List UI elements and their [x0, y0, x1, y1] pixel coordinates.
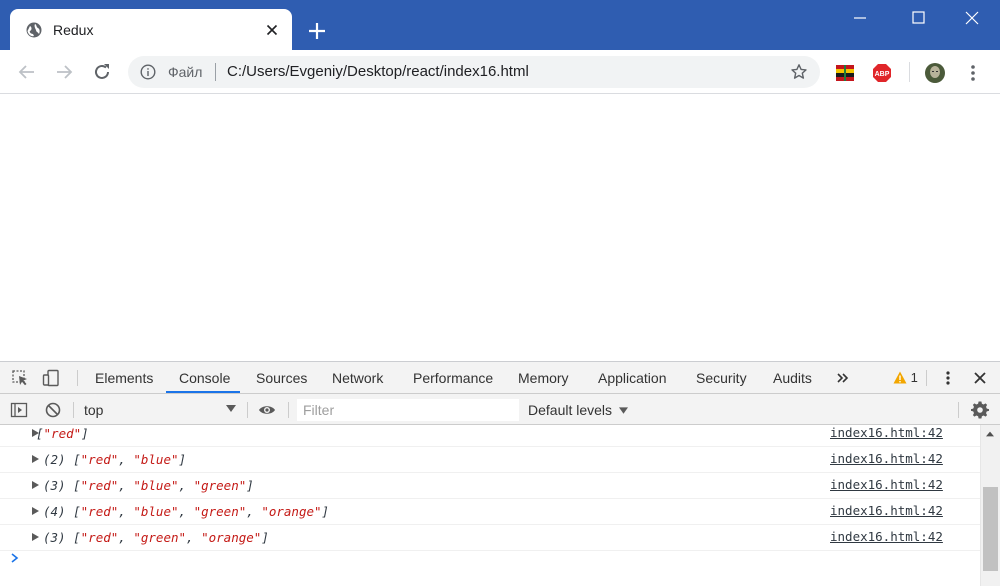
warning-counter[interactable]: 1 — [893, 370, 918, 385]
console-prompt-chevron-icon[interactable] — [10, 553, 20, 563]
log-source-link[interactable]: index16.html:42 — [830, 529, 943, 544]
tab-title: Redux — [53, 22, 94, 38]
log-count: (2) — [43, 452, 66, 467]
minimize-icon[interactable] — [848, 8, 872, 28]
info-icon[interactable] — [140, 64, 156, 80]
svg-text:ABP: ABP — [875, 71, 890, 78]
devtools-tab-bar: Elements Console Sources Network Perform… — [0, 362, 1000, 394]
devtools-divider — [77, 370, 78, 386]
log-count: (3) — [43, 478, 66, 493]
close-window-icon[interactable] — [960, 8, 984, 28]
devtools-divider — [926, 370, 927, 386]
inspect-element-icon[interactable] — [11, 369, 29, 387]
maximize-icon[interactable] — [906, 8, 930, 28]
page-viewport — [0, 95, 1000, 361]
console-log-row[interactable]: (2) ["red", "blue"] index16.html:42 — [0, 447, 980, 473]
device-toolbar-icon[interactable] — [42, 369, 60, 387]
reload-icon[interactable] — [91, 61, 113, 83]
tab-network[interactable]: Network — [332, 370, 383, 386]
log-array: ["red", "green", "orange"] — [73, 530, 269, 545]
log-source-link[interactable]: index16.html:42 — [830, 425, 943, 440]
tab-sources[interactable]: Sources — [256, 370, 307, 386]
active-tab-indicator — [166, 391, 240, 393]
scroll-up-arrow-icon[interactable] — [986, 431, 994, 437]
tab-security[interactable]: Security — [696, 370, 747, 386]
address-bar[interactable]: Файл C:/Users/Evgeniy/Desktop/react/inde… — [128, 56, 820, 88]
devtools-divider — [247, 402, 248, 418]
browser-titlebar: Redux — [0, 0, 1000, 50]
log-source-link[interactable]: index16.html:42 — [830, 477, 943, 492]
devtools-divider — [288, 402, 289, 418]
console-log-row[interactable]: (3) ["red", "blue", "green"] index16.htm… — [0, 473, 980, 499]
console-scrollbar[interactable] — [980, 425, 1000, 586]
more-tabs-chevron-icon[interactable] — [834, 369, 852, 387]
filter-input[interactable] — [297, 399, 519, 421]
live-expression-eye-icon[interactable] — [258, 401, 276, 419]
browser-tab[interactable]: Redux — [10, 9, 292, 50]
expand-triangle-icon[interactable] — [32, 481, 39, 489]
log-source-link[interactable]: index16.html:42 — [830, 503, 943, 518]
log-array: ["red", "blue"] — [73, 452, 187, 467]
tab-memory[interactable]: Memory — [518, 370, 569, 386]
show-sidebar-icon[interactable] — [10, 401, 28, 419]
clear-console-icon[interactable] — [44, 401, 62, 419]
forward-arrow-icon[interactable] — [53, 61, 75, 83]
log-count: (4) — [43, 504, 66, 519]
log-array: ["red", "blue", "green"] — [73, 478, 254, 493]
console-output: ["red"] index16.html:42 (2) ["red", "blu… — [0, 425, 980, 586]
log-message: (3) ["red", "blue", "green"] — [43, 478, 254, 493]
scrollbar-thumb[interactable] — [983, 487, 998, 571]
close-devtools-icon[interactable] — [971, 369, 989, 387]
url-text[interactable]: C:/Users/Evgeniy/Desktop/react/index16.h… — [227, 63, 529, 80]
tab-console[interactable]: Console — [179, 370, 230, 386]
site-security-label[interactable]: Файл — [168, 64, 202, 80]
log-message: (3) ["red", "green", "orange"] — [43, 530, 269, 545]
adblock-extension-icon[interactable]: ABP — [872, 63, 892, 83]
browser-menu-icon[interactable] — [963, 63, 983, 83]
devtools-panel: Elements Console Sources Network Perform… — [0, 361, 1000, 586]
tab-performance[interactable]: Performance — [413, 370, 493, 386]
log-levels-label: Default levels — [528, 402, 613, 418]
dropdown-arrow-icon — [618, 407, 628, 414]
toolbar-divider — [909, 62, 910, 82]
tab-application[interactable]: Application — [598, 370, 667, 386]
context-selector[interactable]: top — [84, 402, 103, 418]
dropdown-arrow-icon[interactable] — [226, 405, 236, 413]
close-tab-icon[interactable] — [264, 22, 280, 38]
bookmark-star-icon[interactable] — [790, 63, 808, 81]
new-tab-icon[interactable] — [306, 20, 328, 42]
globe-icon — [26, 22, 42, 38]
warning-count: 1 — [910, 370, 918, 385]
profile-avatar-icon[interactable] — [925, 63, 945, 83]
log-source-link[interactable]: index16.html:42 — [830, 451, 943, 466]
devtools-menu-icon[interactable] — [939, 369, 957, 387]
back-arrow-icon[interactable] — [16, 61, 38, 83]
log-message: (4) ["red", "blue", "green", "orange"] — [43, 504, 329, 519]
console-log-row[interactable]: (3) ["red", "green", "orange"] index16.h… — [0, 525, 980, 551]
expand-triangle-icon[interactable] — [32, 507, 39, 515]
warning-triangle-icon — [893, 371, 907, 384]
omnibox-divider — [215, 63, 216, 81]
console-settings-gear-icon[interactable] — [971, 401, 989, 419]
tab-audits[interactable]: Audits — [773, 370, 812, 386]
log-levels-dropdown[interactable]: Default levels — [528, 402, 628, 418]
log-array: ["red"] — [36, 426, 89, 441]
console-log-row[interactable]: ["red"] index16.html:42 — [0, 421, 980, 447]
log-array: ["red", "blue", "green", "orange"] — [73, 504, 330, 519]
expand-triangle-icon[interactable] — [32, 455, 39, 463]
browser-toolbar: Файл C:/Users/Evgeniy/Desktop/react/inde… — [0, 50, 1000, 94]
console-log-row[interactable]: (4) ["red", "blue", "green", "orange"] i… — [0, 499, 980, 525]
log-message: ["red"] — [36, 426, 89, 441]
log-message: (2) ["red", "blue"] — [43, 452, 186, 467]
expand-triangle-icon[interactable] — [32, 533, 39, 541]
devtools-divider — [73, 402, 74, 418]
devtools-divider — [958, 402, 959, 418]
log-count: (3) — [43, 530, 66, 545]
flag-extension-icon[interactable] — [835, 63, 855, 83]
tab-elements[interactable]: Elements — [95, 370, 153, 386]
